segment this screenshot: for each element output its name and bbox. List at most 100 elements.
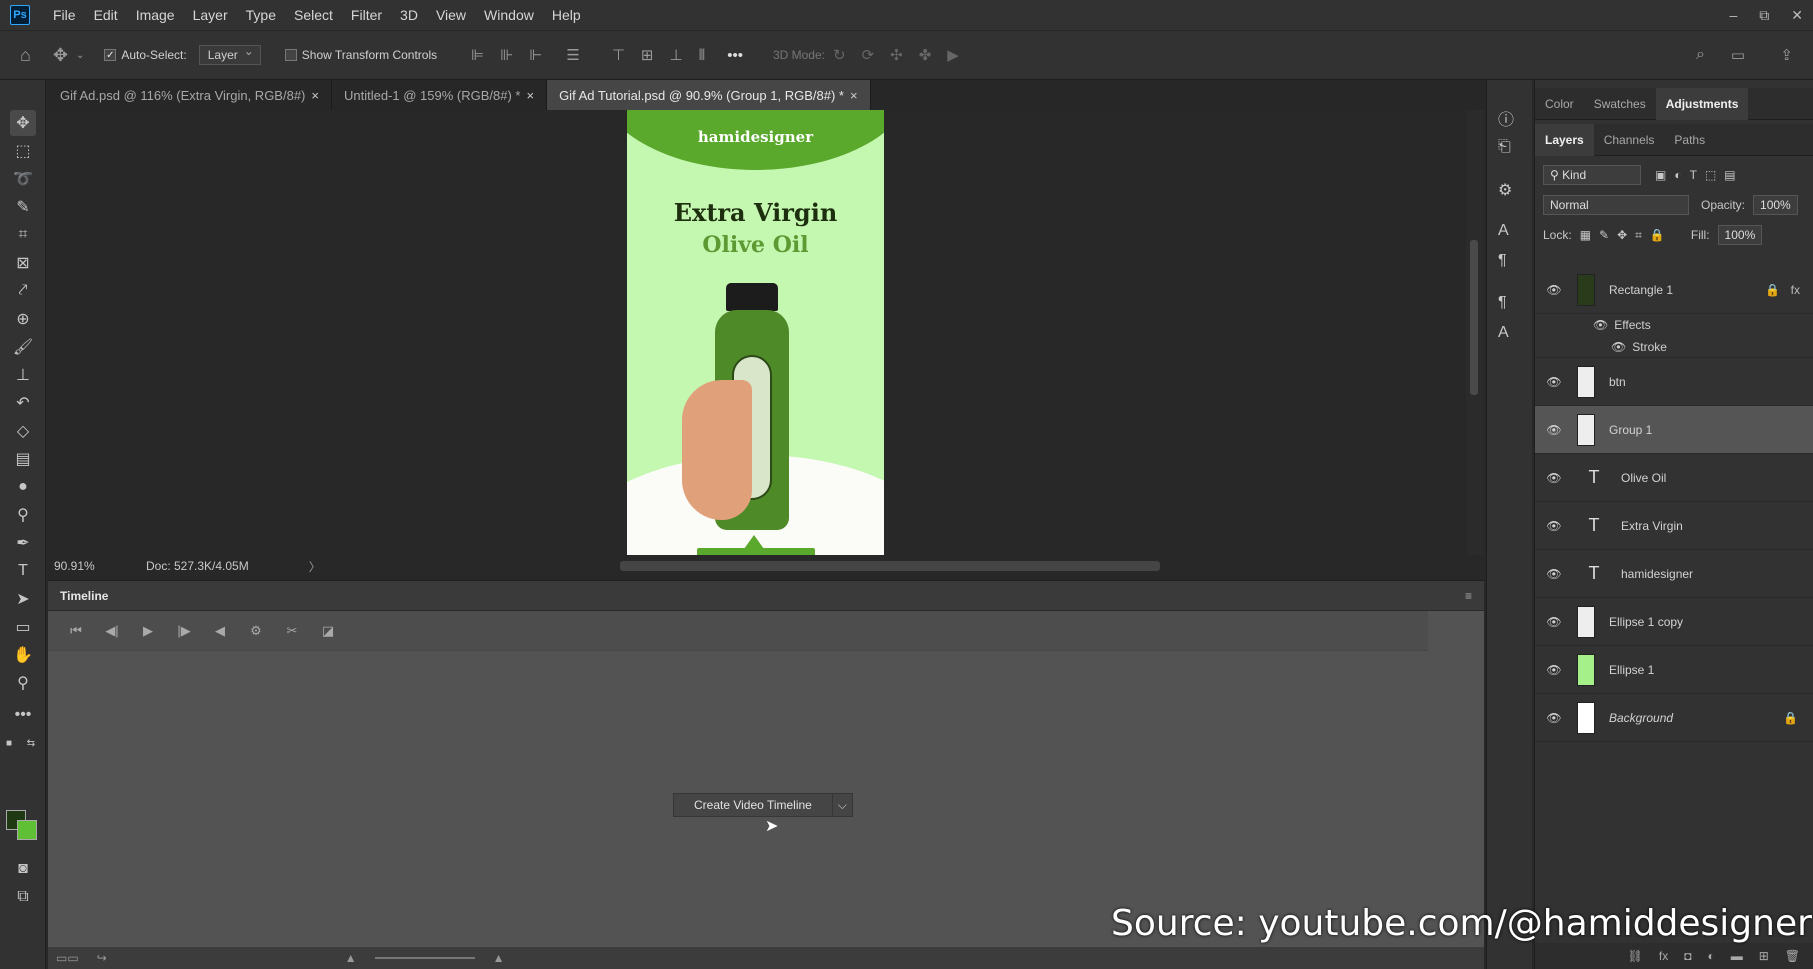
first-frame-icon[interactable]: ⏮	[58, 623, 94, 639]
distribute-icon[interactable]: ☰	[566, 46, 579, 64]
marquee-tool-icon[interactable]: ⬚	[10, 138, 36, 164]
lock-image-icon[interactable]: ✎	[1599, 228, 1609, 242]
tab-gif-ad[interactable]: Gif Ad.psd @ 116% (Extra Virgin, RGB/8#)…	[48, 80, 332, 110]
menu-help[interactable]: Help	[543, 0, 590, 30]
tab-color[interactable]: Color	[1535, 88, 1584, 120]
align-right-icon[interactable]: ⊩	[529, 46, 542, 64]
3d-orbit-icon[interactable]: ↻	[833, 46, 846, 64]
zoom-tool-icon[interactable]: ⚲	[10, 670, 36, 696]
opacity-field[interactable]: 100%	[1753, 195, 1798, 215]
restore-button[interactable]: ⧉	[1759, 7, 1769, 24]
adjustment-layer-icon[interactable]: ◐	[1707, 949, 1714, 963]
artboard[interactable]: hamidesigner Extra Virgin Olive Oil	[627, 110, 884, 555]
tab-swatches[interactable]: Swatches	[1584, 88, 1656, 120]
search-icon[interactable]: ⌕	[1696, 46, 1705, 64]
show-transform-checkbox[interactable]	[284, 49, 297, 61]
layer-background[interactable]: 👁 Background 🔒	[1535, 694, 1813, 742]
play-icon[interactable]: ▶	[130, 623, 166, 639]
close-window-button[interactable]: ✕	[1791, 7, 1803, 24]
lock-artboard-icon[interactable]: ⌗	[1635, 228, 1642, 243]
auto-select-target-dropdown[interactable]: Layer	[198, 44, 261, 65]
menu-layer[interactable]: Layer	[184, 0, 237, 30]
3d-camera-icon[interactable]: ▶	[947, 46, 959, 64]
render-icon[interactable]: ↪	[97, 951, 107, 965]
audio-icon[interactable]: ◀	[202, 623, 238, 639]
eyedropper-tool-icon[interactable]: ⤤	[10, 278, 36, 304]
layer-hamidesigner[interactable]: 👁 T hamidesigner	[1535, 550, 1813, 598]
align-top-icon[interactable]: ⊤	[612, 46, 625, 64]
3d-roll-icon[interactable]: ⟳	[862, 46, 875, 64]
zoom-in-timeline-icon[interactable]: ▲	[493, 951, 505, 965]
align-center-icon[interactable]: ⊪	[500, 46, 513, 64]
next-frame-icon[interactable]: |▶	[166, 623, 202, 639]
menu-type[interactable]: Type	[237, 0, 285, 30]
paragraph-styles-icon[interactable]: ¶	[1498, 294, 1507, 312]
move-tool-icon[interactable]: ✥	[53, 45, 68, 66]
menu-filter[interactable]: Filter	[342, 0, 391, 30]
new-group-icon[interactable]: ▬	[1731, 949, 1743, 963]
filter-adjustment-icon[interactable]: ◐	[1674, 168, 1681, 182]
rectangle-tool-icon[interactable]: ▭	[10, 614, 36, 640]
effects-row[interactable]: 👁 Effects	[1535, 314, 1813, 336]
background-color-swatch[interactable]	[17, 820, 37, 840]
layer-group-1[interactable]: 👁 Group 1	[1535, 406, 1813, 454]
info-icon[interactable]: ⓘ	[1498, 106, 1514, 130]
tab-channels[interactable]: Channels	[1594, 124, 1665, 156]
stroke-row[interactable]: 👁 Stroke	[1535, 336, 1813, 358]
tab-untitled[interactable]: Untitled-1 @ 159% (RGB/8#) * ×	[332, 80, 548, 110]
hand-tool-icon[interactable]: ✋	[10, 642, 36, 668]
more-options-icon[interactable]: •••	[727, 47, 743, 64]
visibility-eye-icon[interactable]: 👁	[1543, 711, 1565, 725]
menu-view[interactable]: View	[427, 0, 475, 30]
layer-rectangle-1[interactable]: 👁 Rectangle 1 🔒 fx	[1535, 266, 1813, 314]
filter-shape-icon[interactable]: ⬚	[1705, 168, 1716, 182]
delete-layer-icon[interactable]: 🗑	[1785, 949, 1800, 963]
link-layers-icon[interactable]: ⛓	[1628, 949, 1643, 963]
filter-type-icon[interactable]: T	[1690, 168, 1697, 182]
menu-image[interactable]: Image	[127, 0, 184, 30]
menu-file[interactable]: File	[44, 0, 85, 30]
visibility-eye-icon[interactable]: 👁	[1543, 283, 1565, 297]
align-bottom-icon[interactable]: ⊥	[670, 46, 683, 64]
vertical-scrollbar[interactable]	[1466, 110, 1484, 555]
pen-tool-icon[interactable]: ✒	[10, 530, 36, 556]
character-icon[interactable]: A	[1498, 222, 1509, 240]
split-icon[interactable]: ✂	[274, 623, 310, 639]
zoom-out-timeline-icon[interactable]: ▲	[345, 951, 357, 965]
visibility-eye-icon[interactable]: 👁	[1543, 375, 1565, 389]
screen-mode-icon[interactable]: ⧉	[10, 884, 36, 910]
quick-select-tool-icon[interactable]: ✎	[10, 194, 36, 220]
visibility-eye-icon[interactable]: 👁	[1543, 471, 1565, 485]
create-video-timeline-button[interactable]: Create Video Timeline	[673, 793, 833, 817]
filter-smart-icon[interactable]: ▤	[1724, 168, 1735, 182]
prev-frame-icon[interactable]: ◀|	[94, 623, 130, 639]
tab-gif-ad-tutorial[interactable]: Gif Ad Tutorial.psd @ 90.9% (Group 1, RG…	[547, 80, 871, 110]
move-tool-icon[interactable]: ✥	[10, 110, 36, 136]
close-tab-icon[interactable]: ×	[850, 88, 858, 103]
horizontal-scroll-thumb[interactable]	[620, 561, 1160, 571]
menu-window[interactable]: Window	[475, 0, 543, 30]
align-middle-icon[interactable]: ⊞	[641, 46, 654, 64]
tab-adjustments[interactable]: Adjustments	[1655, 87, 1749, 120]
status-menu-arrow[interactable]: 〉	[309, 558, 321, 575]
frame-tool-icon[interactable]: ⊠	[10, 250, 36, 276]
edit-toolbar-icon[interactable]: •••	[10, 702, 36, 728]
layer-extra-virgin[interactable]: 👁 T Extra Virgin	[1535, 502, 1813, 550]
convert-frames-icon[interactable]: ▭▭	[56, 951, 79, 965]
layer-ellipse-1-copy[interactable]: 👁 Ellipse 1 copy	[1535, 598, 1813, 646]
gradient-tool-icon[interactable]: ▤	[10, 446, 36, 472]
swap-colors-icon[interactable]: ⇆	[24, 730, 38, 756]
close-tab-icon[interactable]: ×	[311, 88, 319, 103]
tab-paths[interactable]: Paths	[1664, 124, 1715, 156]
effects-eye-icon[interactable]: 👁	[1593, 318, 1608, 332]
filter-pixel-icon[interactable]: ▣	[1655, 168, 1666, 182]
auto-select-checkbox[interactable]: ✓	[104, 49, 117, 61]
eraser-tool-icon[interactable]: ◇	[10, 418, 36, 444]
3d-slide-icon[interactable]: ✤	[919, 46, 932, 64]
visibility-eye-icon[interactable]: 👁	[1543, 567, 1565, 581]
new-layer-icon[interactable]: ⊞	[1759, 949, 1769, 963]
timeline-menu-icon[interactable]: ≡	[1465, 589, 1472, 603]
visibility-eye-icon[interactable]: 👁	[1543, 615, 1565, 629]
menu-select[interactable]: Select	[285, 0, 342, 30]
blend-mode-dropdown[interactable]: Normal	[1543, 195, 1689, 215]
